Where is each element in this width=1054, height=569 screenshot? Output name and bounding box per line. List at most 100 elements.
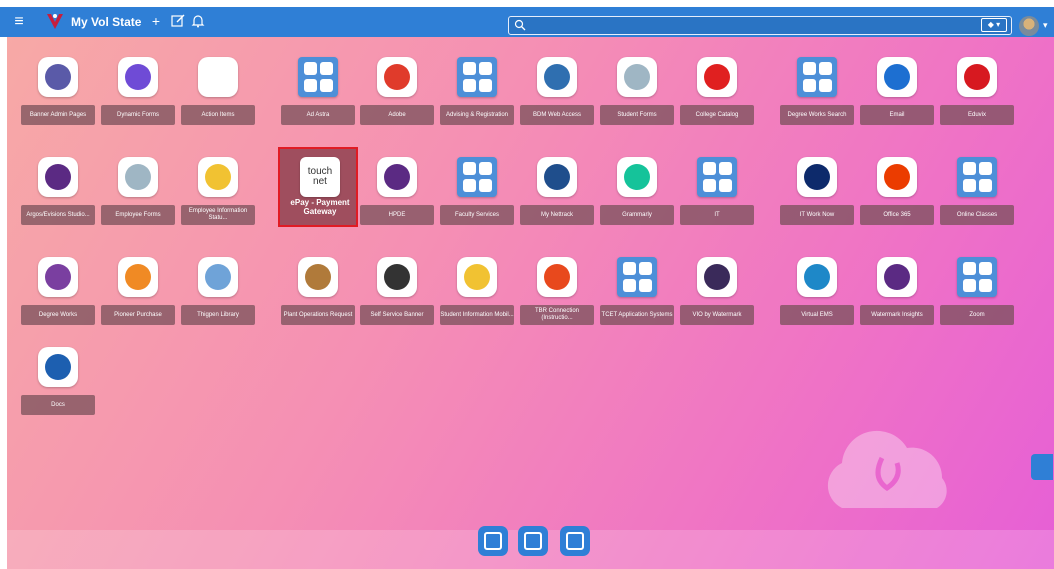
app-tile[interactable]: touch net ePay - Payment Gateway: [278, 147, 358, 227]
app-tile[interactable]: Watermark Insights: [857, 247, 937, 327]
folder-icon: [697, 157, 737, 197]
app-tile[interactable]: Grammarly: [597, 147, 677, 227]
side-panel-button[interactable]: [1031, 454, 1053, 480]
app-tile[interactable]: Argos/Evisions Studio...: [18, 147, 98, 227]
forms-icon: [118, 157, 158, 197]
app-tile[interactable]: Adobe: [357, 47, 437, 127]
search-bar[interactable]: ◆ ▾: [508, 16, 1012, 36]
app-tile[interactable]: Degree Works Search: [777, 47, 857, 127]
app-tile[interactable]: Faculty Services: [437, 147, 517, 227]
graduate-icon: [38, 257, 78, 297]
app-tile[interactable]: Docs: [18, 337, 98, 417]
app-title[interactable]: My Vol State: [71, 15, 141, 29]
app-tile[interactable]: Email: [857, 47, 937, 127]
touchnet-icon: touch net: [300, 157, 340, 197]
argos-icon: [377, 157, 417, 197]
app-tile-label: Degree Works: [21, 305, 95, 325]
app-tile[interactable]: IT Work Now: [777, 147, 857, 227]
app-tile-label: Dynamic Forms: [101, 105, 175, 125]
avatar[interactable]: [1019, 16, 1039, 36]
cloud-watermark-icon: [827, 430, 947, 508]
office-icon: [877, 157, 917, 197]
catalog-icon: [697, 57, 737, 97]
app-tile[interactable]: VIO by Watermark: [677, 247, 757, 327]
app-tile[interactable]: Student Information Mobil...: [437, 247, 517, 327]
search-input[interactable]: [531, 17, 975, 36]
menu-icon[interactable]: ≡: [10, 13, 28, 31]
adobe-icon: [377, 57, 417, 97]
app-tile[interactable]: Student Forms: [597, 47, 677, 127]
app-tile[interactable]: Office 365: [857, 147, 937, 227]
app-tile[interactable]: My Nettrack: [517, 147, 597, 227]
folder-icon: [957, 257, 997, 297]
app-tile[interactable]: Action Items: [178, 47, 258, 127]
bell-icon[interactable]: [190, 13, 206, 29]
vol-state-logo[interactable]: [44, 11, 66, 33]
app-tile-label: TCET Application Systems: [600, 305, 674, 325]
search-icon: [514, 19, 526, 31]
app-tile[interactable]: Advising & Registration: [437, 47, 517, 127]
app-tile-label: Self Service Banner: [360, 305, 434, 325]
folder-open-icon[interactable]: [478, 526, 508, 556]
app-tile-label: Advising & Registration: [440, 105, 514, 125]
app-tile-label: Employee Forms: [101, 205, 175, 225]
app-tile-label: My Nettrack: [520, 205, 594, 225]
folder-icon: [617, 257, 657, 297]
app-tile[interactable]: Self Service Banner: [357, 247, 437, 327]
app-tile[interactable]: TBR Connection (Instructio...: [517, 247, 597, 327]
app-tile-label: HPDE: [360, 205, 434, 225]
shield-icon: [537, 157, 577, 197]
app-tile-label: IT Work Now: [780, 205, 854, 225]
folder-icon: [457, 57, 497, 97]
edit-icon[interactable]: [170, 13, 186, 29]
app-tile-label: Faculty Services: [440, 205, 514, 225]
app-tile[interactable]: Employee Information Statu...: [178, 147, 258, 227]
app-tile-label: Pioneer Purchase: [101, 305, 175, 325]
app-tile-label: IT: [680, 205, 754, 225]
app-tile-label: Degree Works Search: [780, 105, 854, 125]
app-tile[interactable]: Thigpen Library: [178, 247, 258, 327]
app-tile[interactable]: Dynamic Forms: [98, 47, 178, 127]
app-tile-label: Online Classes: [940, 205, 1014, 225]
app-tile[interactable]: Banner Admin Pages: [18, 47, 98, 127]
cart-icon: [118, 257, 158, 297]
app-tile-label: Ad Astra: [281, 105, 355, 125]
app-tile-label: Office 365: [860, 205, 934, 225]
search-filter-dropdown[interactable]: ◆ ▾: [981, 18, 1007, 32]
checklist-icon: [198, 57, 238, 97]
folder-icon: [298, 57, 338, 97]
app-tile-label: Zoom: [940, 305, 1014, 325]
plant-icon: [298, 257, 338, 297]
app-tile-label: Thigpen Library: [181, 305, 255, 325]
app-tile[interactable]: Employee Forms: [98, 147, 178, 227]
app-tile[interactable]: Ad Astra: [278, 47, 358, 127]
app-tile[interactable]: Eduvix: [937, 47, 1017, 127]
app-tile[interactable]: College Catalog: [677, 47, 757, 127]
banner-icon: [377, 257, 417, 297]
tbr-icon: [537, 257, 577, 297]
app-tile-label: Watermark Insights: [860, 305, 934, 325]
library-icon: [198, 257, 238, 297]
note-icon[interactable]: [560, 526, 590, 556]
app-tile[interactable]: Online Classes: [937, 147, 1017, 227]
app-tile-label: Docs: [21, 395, 95, 415]
app-tile[interactable]: Virtual EMS: [777, 247, 857, 327]
apps-icon[interactable]: [518, 526, 548, 556]
app-tile[interactable]: Zoom: [937, 247, 1017, 327]
chevron-down-icon[interactable]: ▾: [1043, 20, 1048, 31]
app-tile[interactable]: Pioneer Purchase: [98, 247, 178, 327]
app-tile-label: Student Information Mobil...: [440, 305, 514, 325]
app-tile-label: College Catalog: [680, 105, 754, 125]
app-tile-label: Action Items: [181, 105, 255, 125]
app-tile[interactable]: IT: [677, 147, 757, 227]
app-tile[interactable]: Degree Works: [18, 247, 98, 327]
app-tile-label: BDM Web Access: [520, 105, 594, 125]
app-tile[interactable]: Plant Operations Request: [278, 247, 358, 327]
app-tile[interactable]: BDM Web Access: [517, 47, 597, 127]
app-tile[interactable]: HPDE: [357, 147, 437, 227]
app-tile-label: TBR Connection (Instructio...: [520, 305, 594, 325]
forms-icon: [617, 57, 657, 97]
app-tile[interactable]: TCET Application Systems: [597, 247, 677, 327]
app-tile-label: ePay - Payment Gateway: [290, 198, 350, 216]
add-icon[interactable]: +: [148, 13, 164, 29]
